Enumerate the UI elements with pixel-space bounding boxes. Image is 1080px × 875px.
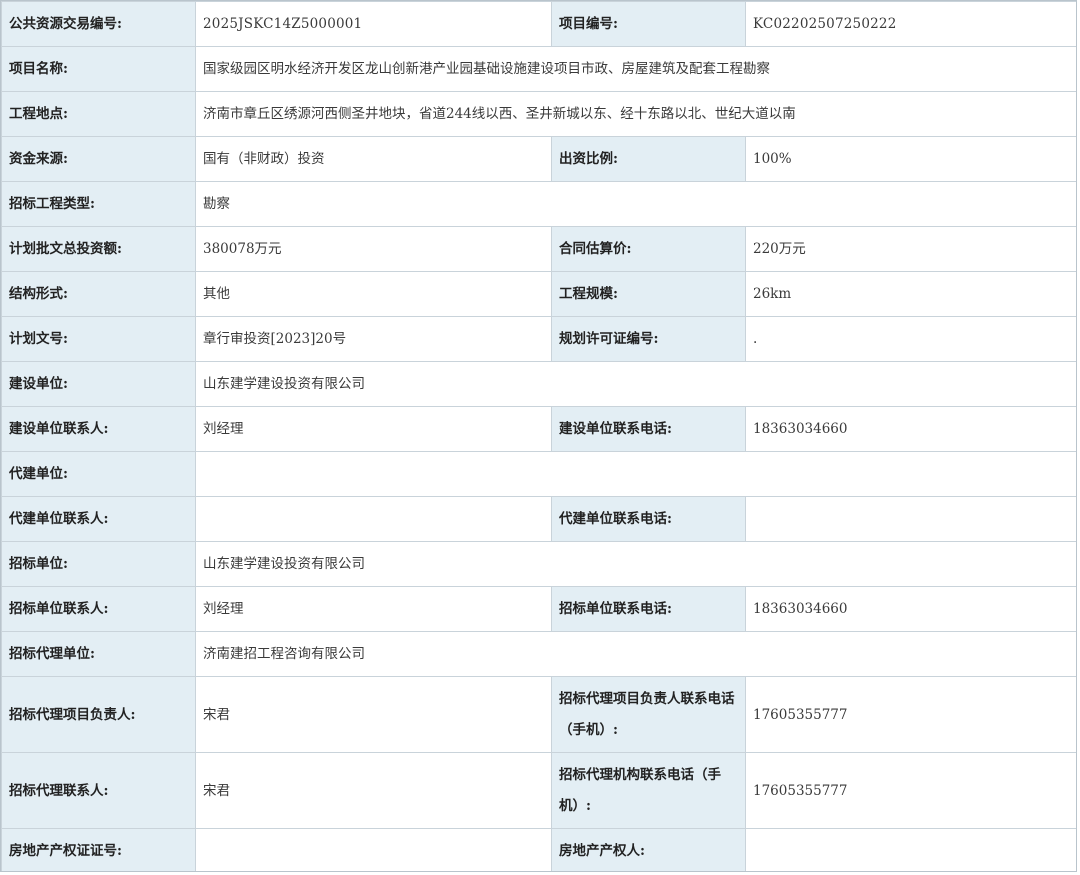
label-agent-builder: 代建单位: xyxy=(1,451,196,497)
value-location: 济南市章丘区绣源河西侧圣井地块，省道244线以西、圣井新城以东、经十东路以北、世… xyxy=(195,91,1076,137)
table-row: 工程地点: 济南市章丘区绣源河西侧圣井地块，省道244线以西、圣井新城以东、经十… xyxy=(1,91,1076,137)
label-fund-source: 资金来源: xyxy=(1,136,196,182)
table-row: 结构形式: 其他 工程规模: 26km xyxy=(1,271,1076,317)
label-fund-ratio: 出资比例: xyxy=(551,136,746,182)
value-property-owner xyxy=(745,828,1076,871)
value-agent-builder-contact xyxy=(195,496,552,542)
value-tender-type: 勘察 xyxy=(195,181,1076,227)
table-row: 建设单位: 山东建学建设投资有限公司 xyxy=(1,361,1076,407)
value-property-cert-no xyxy=(195,828,552,871)
table-row: 招标工程类型: 勘察 xyxy=(1,181,1076,227)
label-tender-agency: 招标代理单位: xyxy=(1,631,196,677)
label-agency-contact: 招标代理联系人: xyxy=(1,752,196,829)
value-agency-phone: 17605355777 xyxy=(745,752,1076,829)
label-property-owner: 房地产产权人: xyxy=(551,828,746,871)
value-trade-no: 2025JSKC14Z5000001 xyxy=(195,1,552,47)
label-tenderer-contact: 招标单位联系人: xyxy=(1,586,196,632)
label-builder-contact: 建设单位联系人: xyxy=(1,406,196,452)
value-plan-doc-no: 章行审投资[2023]20号 xyxy=(195,316,552,362)
table-row: 招标单位: 山东建学建设投资有限公司 xyxy=(1,541,1076,587)
value-structure: 其他 xyxy=(195,271,552,317)
table-row: 计划文号: 章行审投资[2023]20号 规划许可证编号: . xyxy=(1,316,1076,362)
value-tenderer-contact: 刘经理 xyxy=(195,586,552,632)
value-project-no: KC02202507250222 xyxy=(745,1,1076,47)
value-builder-phone: 18363034660 xyxy=(745,406,1076,452)
label-planning-permit: 规划许可证编号: xyxy=(551,316,746,362)
table-row: 建设单位联系人: 刘经理 建设单位联系电话: 18363034660 xyxy=(1,406,1076,452)
value-agency-project-lead-phone: 17605355777 xyxy=(745,676,1076,753)
label-contract-estimate: 合同估算价: xyxy=(551,226,746,272)
table-row: 计划批文总投资额: 380078万元 合同估算价: 220万元 xyxy=(1,226,1076,272)
label-project-name: 项目名称: xyxy=(1,46,196,92)
value-project-name: 国家级园区明水经济开发区龙山创新港产业园基础设施建设项目市政、房屋建筑及配套工程… xyxy=(195,46,1076,92)
label-builder-phone: 建设单位联系电话: xyxy=(551,406,746,452)
value-agency-project-lead: 宋君 xyxy=(195,676,552,753)
label-project-no: 项目编号: xyxy=(551,1,746,47)
label-agent-builder-phone: 代建单位联系电话: xyxy=(551,496,746,542)
value-agency-contact: 宋君 xyxy=(195,752,552,829)
value-tenderer-phone: 18363034660 xyxy=(745,586,1076,632)
table-row: 招标单位联系人: 刘经理 招标单位联系电话: 18363034660 xyxy=(1,586,1076,632)
label-agent-builder-contact: 代建单位联系人: xyxy=(1,496,196,542)
value-tender-agency: 济南建招工程咨询有限公司 xyxy=(195,631,1076,677)
label-agency-project-lead: 招标代理项目负责人: xyxy=(1,676,196,753)
table-row: 代建单位: xyxy=(1,451,1076,497)
label-property-cert-no: 房地产产权证证号: xyxy=(1,828,196,871)
label-tender-type: 招标工程类型: xyxy=(1,181,196,227)
value-scale: 26km xyxy=(745,271,1076,317)
label-trade-no: 公共资源交易编号: xyxy=(1,1,196,47)
table-row: 招标代理项目负责人: 宋君 招标代理项目负责人联系电话（手机）: 1760535… xyxy=(1,676,1076,753)
table-row: 项目名称: 国家级园区明水经济开发区龙山创新港产业园基础设施建设项目市政、房屋建… xyxy=(1,46,1076,92)
label-scale: 工程规模: xyxy=(551,271,746,317)
value-total-investment: 380078万元 xyxy=(195,226,552,272)
table-row: 资金来源: 国有（非财政）投资 出资比例: 100% xyxy=(1,136,1076,182)
label-location: 工程地点: xyxy=(1,91,196,137)
value-planning-permit: . xyxy=(745,316,1076,362)
value-agent-builder-phone xyxy=(745,496,1076,542)
label-agency-phone: 招标代理机构联系电话（手机）: xyxy=(551,752,746,829)
label-tenderer: 招标单位: xyxy=(1,541,196,587)
value-agent-builder xyxy=(195,451,1076,497)
table-row: 公共资源交易编号: 2025JSKC14Z5000001 项目编号: KC022… xyxy=(1,1,1076,47)
value-builder: 山东建学建设投资有限公司 xyxy=(195,361,1076,407)
label-tenderer-phone: 招标单位联系电话: xyxy=(551,586,746,632)
project-info-table: 公共资源交易编号: 2025JSKC14Z5000001 项目编号: KC022… xyxy=(1,1,1076,871)
project-info-sheet: 公共资源交易编号: 2025JSKC14Z5000001 项目编号: KC022… xyxy=(0,0,1077,872)
value-contract-estimate: 220万元 xyxy=(745,226,1076,272)
value-fund-ratio: 100% xyxy=(745,136,1076,182)
label-structure: 结构形式: xyxy=(1,271,196,317)
label-builder: 建设单位: xyxy=(1,361,196,407)
table-row: 代建单位联系人: 代建单位联系电话: xyxy=(1,496,1076,542)
table-row: 房地产产权证证号: 房地产产权人: xyxy=(1,828,1076,871)
table-row: 招标代理单位: 济南建招工程咨询有限公司 xyxy=(1,631,1076,677)
table-row: 招标代理联系人: 宋君 招标代理机构联系电话（手机）: 17605355777 xyxy=(1,752,1076,829)
value-tenderer: 山东建学建设投资有限公司 xyxy=(195,541,1076,587)
label-total-investment: 计划批文总投资额: xyxy=(1,226,196,272)
label-plan-doc-no: 计划文号: xyxy=(1,316,196,362)
label-agency-project-lead-phone: 招标代理项目负责人联系电话（手机）: xyxy=(551,676,746,753)
value-fund-source: 国有（非财政）投资 xyxy=(195,136,552,182)
value-builder-contact: 刘经理 xyxy=(195,406,552,452)
